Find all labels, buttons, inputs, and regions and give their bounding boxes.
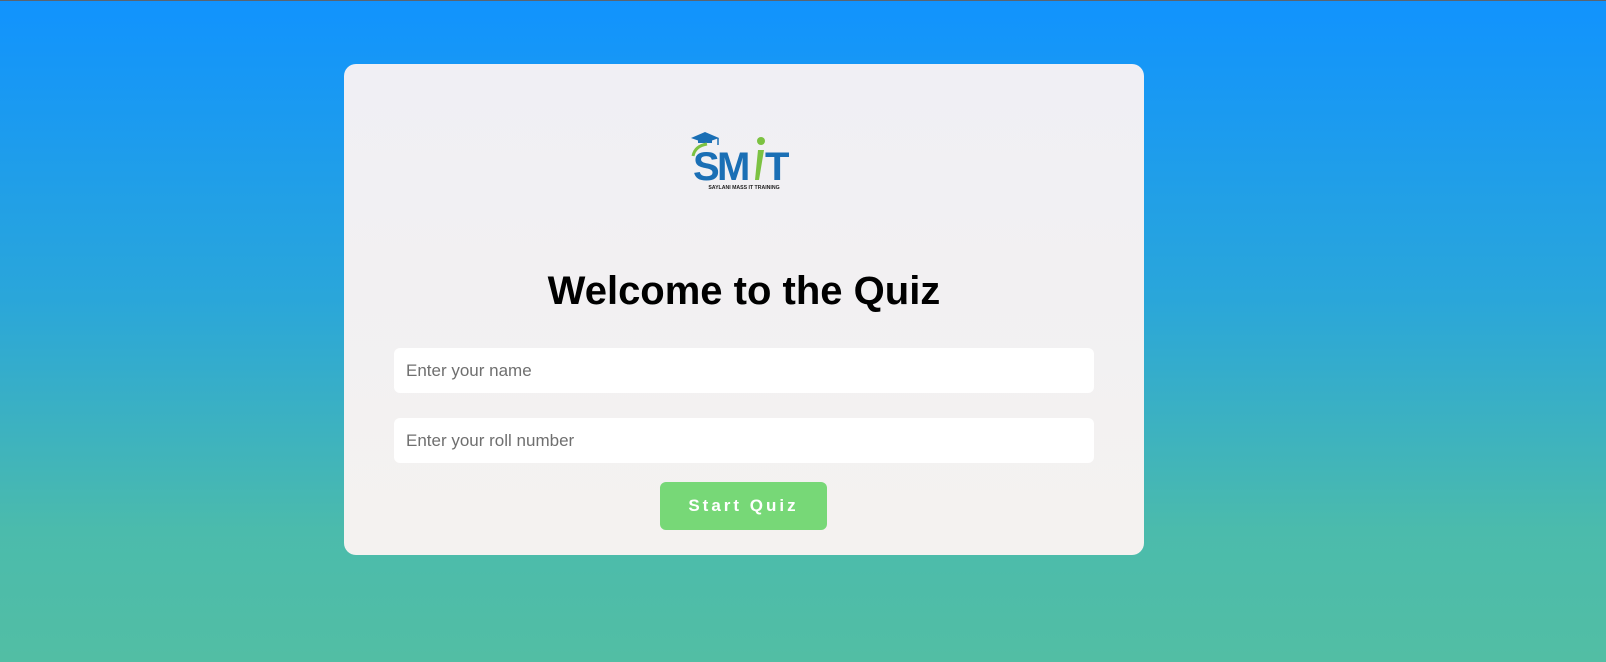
svg-text:S: S <box>693 145 720 189</box>
quiz-card: S M T SAYLANI MASS IT TRAINING Welcome t… <box>344 64 1144 555</box>
svg-text:T: T <box>765 145 789 189</box>
svg-text:M: M <box>717 145 750 189</box>
smit-logo-graphic: S M T SAYLANI MASS IT TRAINING <box>691 132 789 191</box>
smit-logo: S M T SAYLANI MASS IT TRAINING <box>689 130 799 192</box>
start-quiz-button[interactable]: Start Quiz <box>660 482 827 530</box>
roll-number-input[interactable] <box>394 418 1094 463</box>
name-input[interactable] <box>394 348 1094 393</box>
logo-tagline: SAYLANI MASS IT TRAINING <box>708 185 779 191</box>
page-title: Welcome to the Quiz <box>547 269 941 313</box>
